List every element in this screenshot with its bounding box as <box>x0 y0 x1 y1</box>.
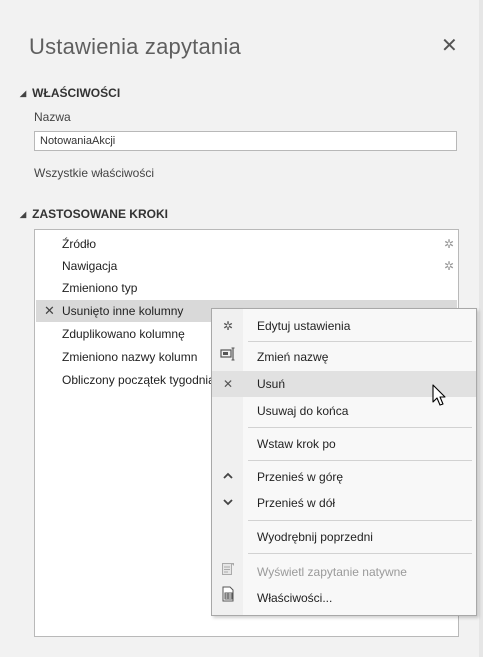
menu-item-edit-settings[interactable]: ✲ Edytuj ustawienia <box>212 313 476 339</box>
gear-icon: ✲ <box>222 319 234 333</box>
name-label: Nazwa <box>34 110 71 124</box>
step-label: Zmieniono typ <box>62 281 138 295</box>
chevron-up-icon <box>219 464 237 490</box>
applied-steps-header-label: ZASTOSOWANE KROKI <box>32 207 168 221</box>
menu-item-label: Wstaw krok po <box>257 437 336 451</box>
menu-item-properties[interactable]: Właściwości... <box>212 585 476 611</box>
gear-icon[interactable]: ✲ <box>444 255 454 277</box>
delete-step-icon[interactable]: ✕ <box>44 300 55 322</box>
menu-item-label: Wyodrębnij poprzedni <box>257 530 373 544</box>
step-label: Usunięto inne kolumny <box>62 304 184 318</box>
menu-item-label: Właściwości... <box>257 591 333 605</box>
menu-item-label: Usuń <box>257 377 286 391</box>
menu-item-label: Wyświetl zapytanie natywne <box>257 565 407 579</box>
applied-steps-section-header[interactable]: ◢ ZASTOSOWANE KROKI <box>20 207 168 221</box>
menu-item-label: Przenieś w dół <box>257 496 336 510</box>
properties-header-label: WŁAŚCIWOŚCI <box>32 86 121 100</box>
all-properties-link[interactable]: Wszystkie właściwości <box>34 166 154 180</box>
menu-item-rename[interactable]: Zmień nazwę <box>212 344 476 370</box>
step-label: Zduplikowano kolumnę <box>62 327 185 341</box>
step-changed-type[interactable]: Zmieniono typ <box>36 277 457 299</box>
mouse-pointer-icon <box>432 384 446 406</box>
menu-item-label: Zmień nazwę <box>257 350 329 364</box>
step-source[interactable]: Źródło ✲ <box>36 233 457 255</box>
step-label: Nawigacja <box>62 259 118 273</box>
step-context-menu: ✲ Edytuj ustawienia Zmień nazwę ✕ Usuń U… <box>211 308 477 616</box>
gear-icon[interactable]: ✲ <box>444 233 454 255</box>
close-icon[interactable]: ✕ <box>441 33 458 57</box>
pane-title: Ustawienia zapytania <box>29 34 241 59</box>
collapse-triangle-icon: ◢ <box>20 210 27 219</box>
menu-item-extract-previous[interactable]: Wyodrębnij poprzedni <box>212 524 476 550</box>
query-settings-pane: Ustawienia zapytania ✕ ◢ WŁAŚCIWOŚCI Nazw… <box>0 0 483 657</box>
menu-separator <box>248 520 472 521</box>
menu-item-move-down[interactable]: Przenieś w dół <box>212 490 476 516</box>
menu-item-insert-step-after[interactable]: Wstaw krok po <box>212 431 476 457</box>
query-name-input[interactable]: NotowaniaAkcji <box>34 131 457 151</box>
menu-separator <box>248 427 472 428</box>
menu-item-label: Edytuj ustawienia <box>257 319 351 333</box>
rename-icon <box>219 344 237 370</box>
menu-separator <box>248 341 472 342</box>
step-label: Obliczony początek tygodnia <box>62 373 215 387</box>
menu-item-label: Przenieś w górę <box>257 470 344 484</box>
step-label: Źródło <box>62 237 97 251</box>
menu-item-move-up[interactable]: Przenieś w górę <box>212 464 476 490</box>
delete-x-icon: ✕ <box>222 377 234 391</box>
menu-item-view-native-query: Wyświetl zapytanie natywne <box>212 559 476 585</box>
pane-edge <box>479 0 483 657</box>
menu-separator <box>248 460 472 461</box>
menu-item-label: Usuwaj do końca <box>257 404 349 418</box>
step-label: Zmieniono nazwy kolumn <box>62 350 198 364</box>
collapse-triangle-icon: ◢ <box>20 89 27 98</box>
menu-separator <box>248 553 472 554</box>
properties-section-header[interactable]: ◢ WŁAŚCIWOŚCI <box>20 86 120 100</box>
step-navigation[interactable]: Nawigacja ✲ <box>36 255 457 277</box>
chevron-down-icon <box>219 490 237 516</box>
native-query-icon <box>219 559 237 585</box>
properties-icon <box>219 585 237 611</box>
